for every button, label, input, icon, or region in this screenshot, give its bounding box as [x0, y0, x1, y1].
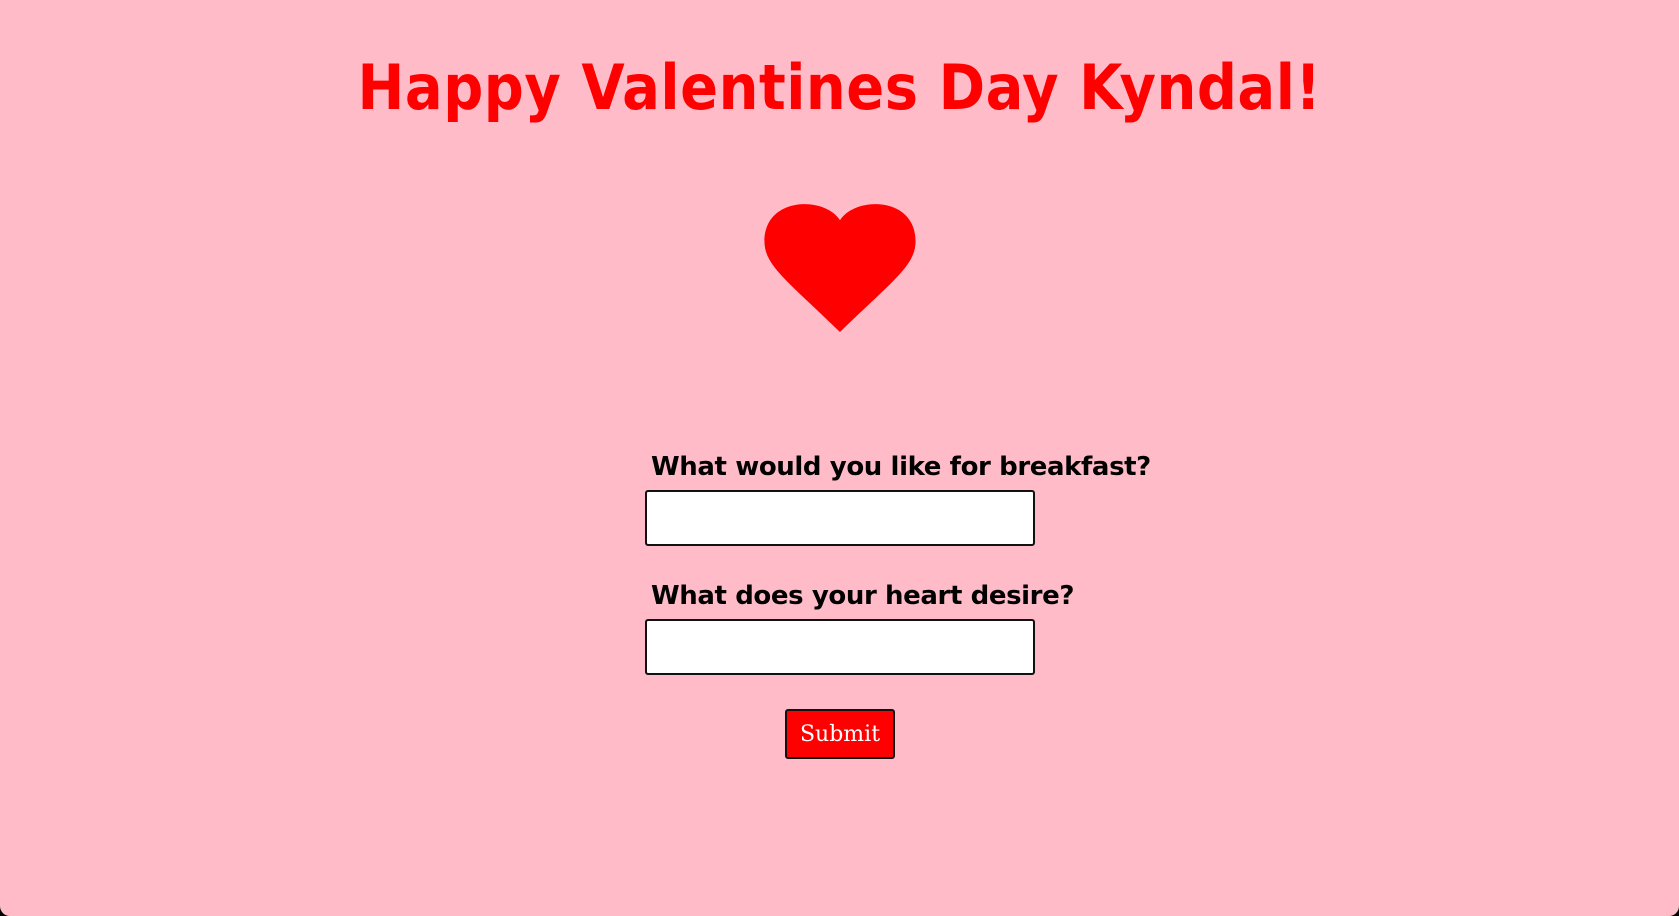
- submit-button[interactable]: Submit: [785, 709, 895, 759]
- heart-desire-input[interactable]: [645, 619, 1035, 675]
- valentine-page: Happy Valentines Day Kyndal! What would …: [0, 0, 1679, 916]
- breakfast-input[interactable]: [645, 490, 1035, 546]
- breakfast-question-label: What would you like for breakfast?: [651, 452, 1151, 482]
- page-title: Happy Valentines Day Kyndal!: [357, 52, 1322, 125]
- heart-icon: [764, 204, 916, 332]
- heart-desire-question-label: What does your heart desire?: [651, 581, 1075, 611]
